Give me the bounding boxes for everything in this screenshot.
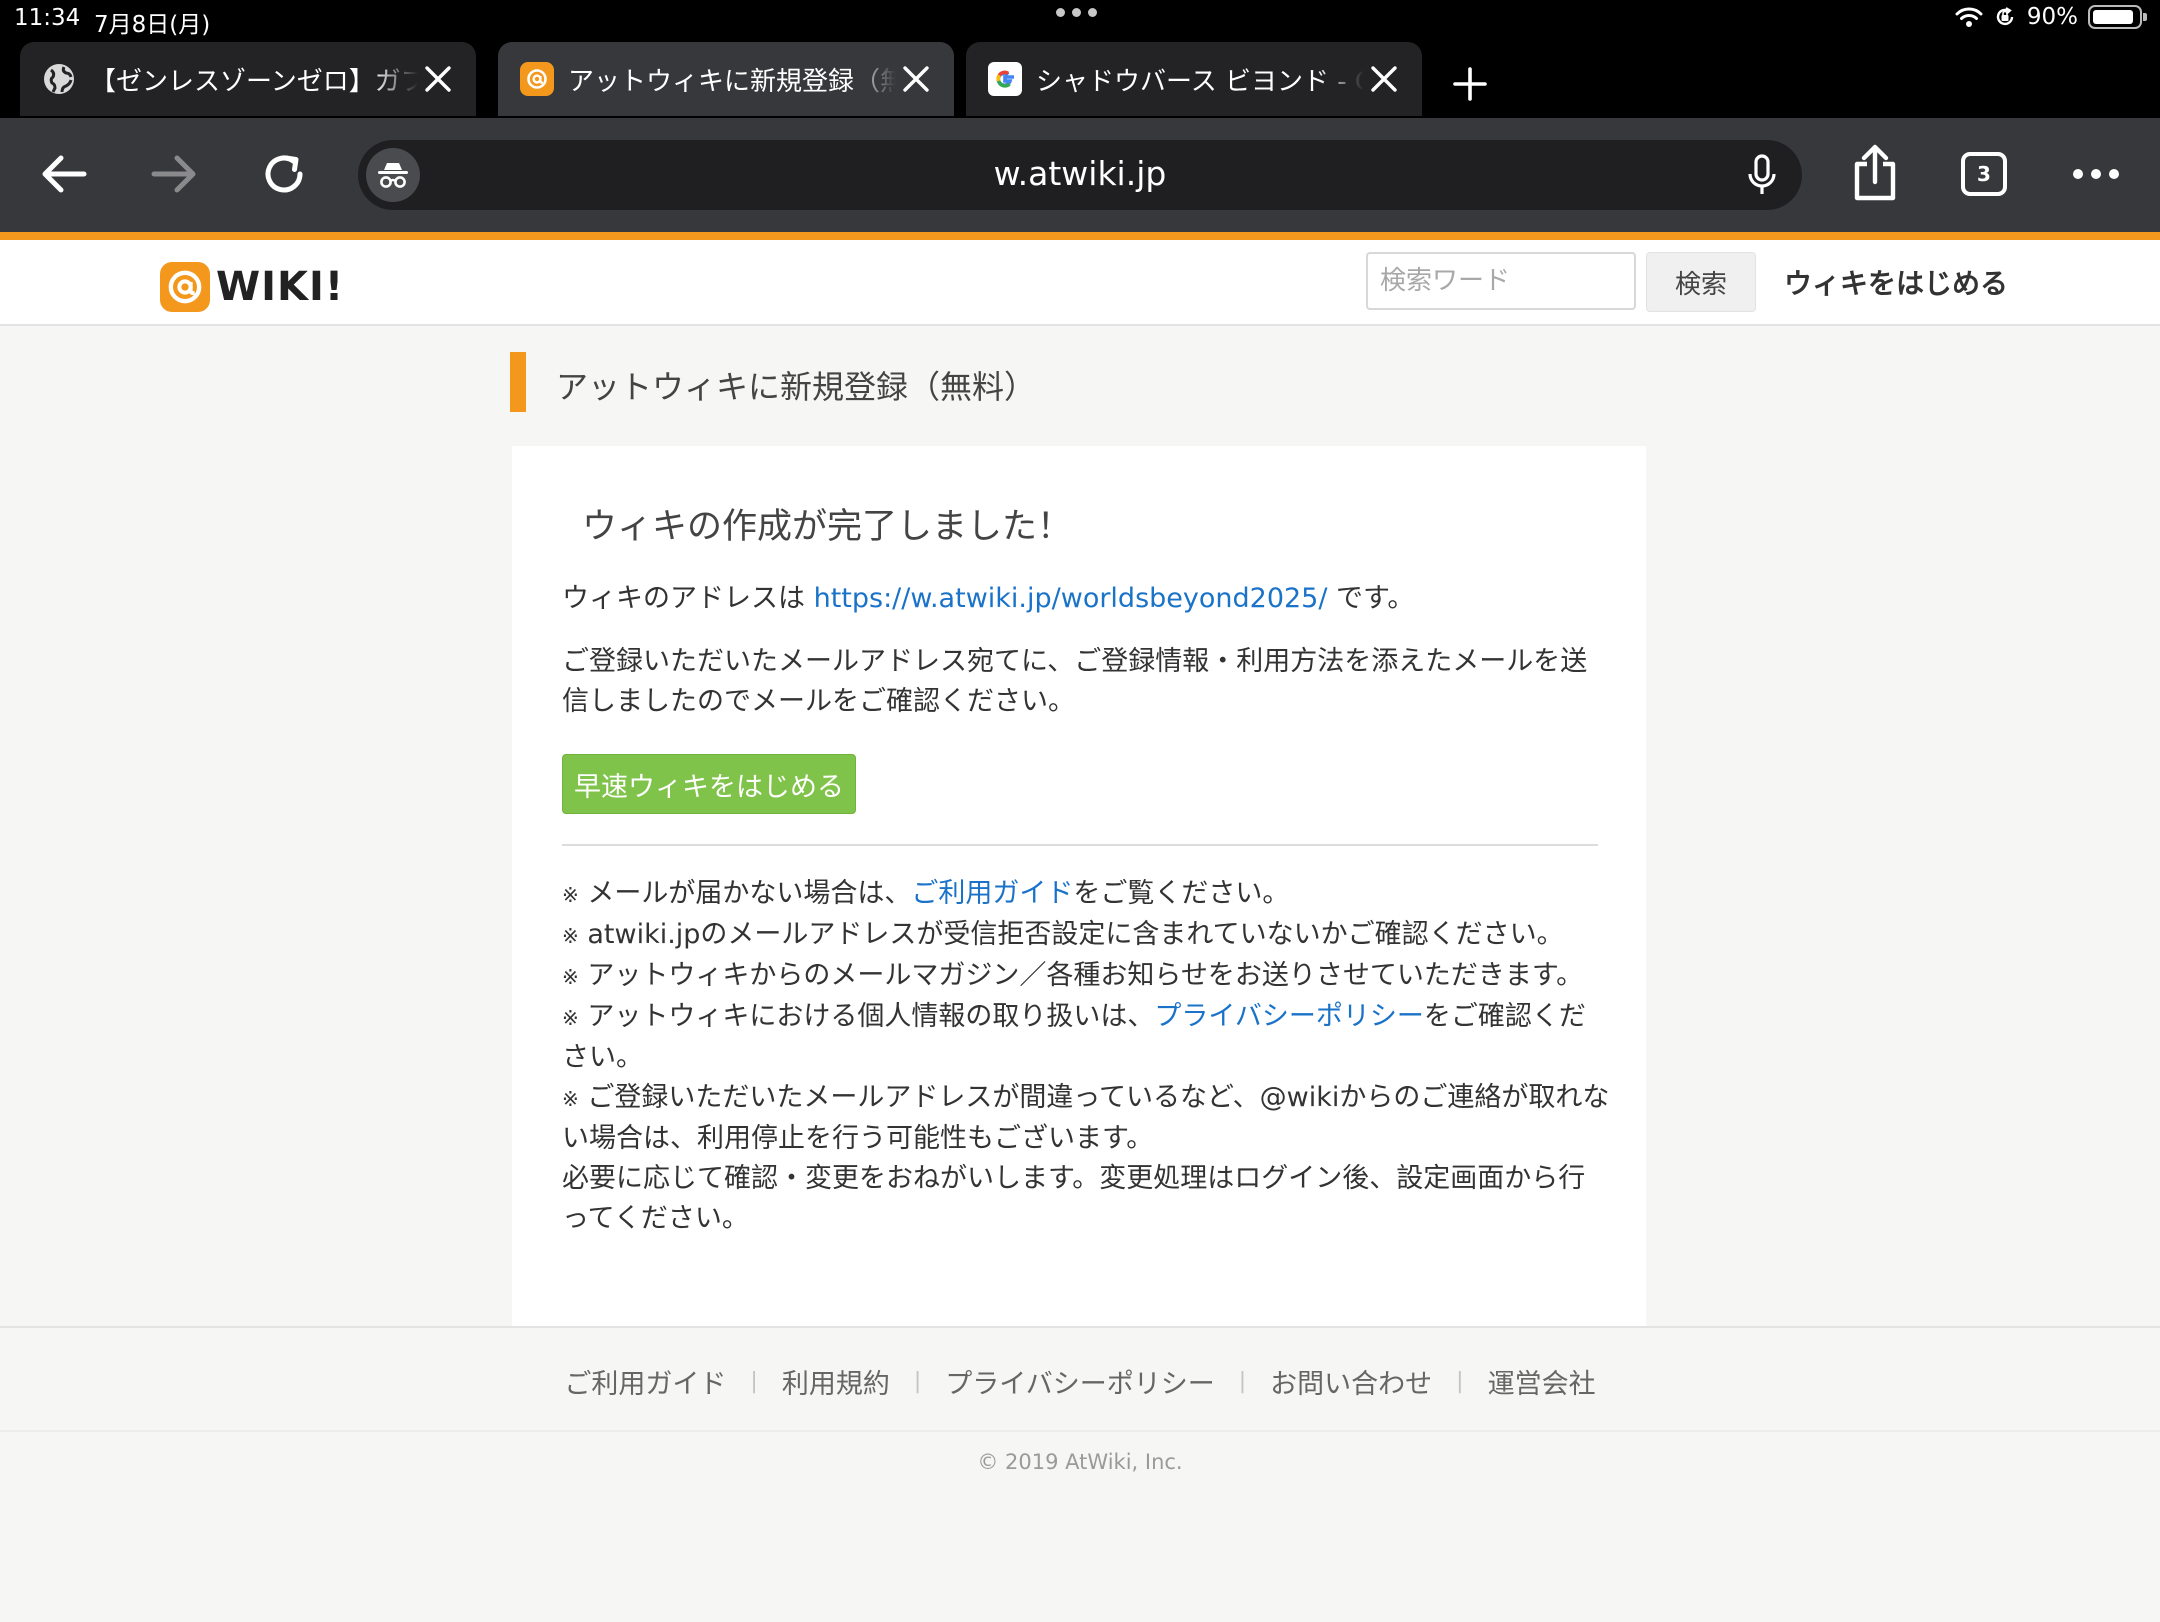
note-text: アットウィキからのメールマガジン／各種お知らせをお送りさせていただきます。 <box>587 960 1584 991</box>
footer-link-terms[interactable]: 利用規約 <box>782 1362 890 1401</box>
separator: | <box>913 1369 922 1394</box>
wiki-url-link[interactable]: https://w.atwiki.jp/worldsbeyond2025/ <box>814 583 1328 614</box>
footer-link-privacy[interactable]: プライバシーポリシー <box>945 1362 1214 1401</box>
footer-links: ご利用ガイド | 利用規約 | プライバシーポリシー | お問い合わせ | 運営… <box>0 1362 2160 1401</box>
close-tab-icon[interactable] <box>1364 59 1404 99</box>
note-text: ご登録いただいたメールアドレスが間違っているなど、@wikiからのご連絡が取れな… <box>562 1082 1610 1154</box>
share-icon <box>1854 144 1896 201</box>
copyright: © 2019 AtWiki, Inc. <box>977 1450 1183 1474</box>
arrow-left-icon <box>42 155 87 193</box>
address-prefix: ウィキのアドレスは <box>562 583 805 614</box>
footer-divider <box>0 1430 2160 1432</box>
note-text: 必要に応じて確認・変更をおねがいします。変更処理はログイン後、設定画面から行って… <box>562 1163 1586 1234</box>
tab-title: シャドウバース ビヨンド - Google 検索 <box>1036 66 1364 97</box>
more-menu-button[interactable] <box>2066 144 2126 204</box>
battery-icon <box>2088 5 2147 29</box>
atwiki-icon <box>520 62 554 96</box>
note-mark: ※ <box>562 883 579 907</box>
note-item: ※ アットウィキからのメールマガジン／各種お知らせをお送りさせていただきます。 <box>562 956 1612 997</box>
tab-switcher-button[interactable]: 3 <box>1961 152 2007 196</box>
plus-icon <box>1453 67 1487 101</box>
arrow-right-icon <box>151 155 196 193</box>
google-icon <box>988 62 1022 96</box>
back-button[interactable] <box>34 144 94 204</box>
footer-link-guide[interactable]: ご利用ガイド <box>564 1362 726 1401</box>
separator: | <box>1456 1369 1464 1394</box>
site-footer: ご利用ガイド | 利用規約 | プライバシーポリシー | お問い合わせ | 運営… <box>0 1326 2160 1622</box>
tab-zenless[interactable]: 【ゼンレスゾーンゼロ】ガブリエル <box>20 42 476 116</box>
note-item: ※ メールが届かない場合は、ご利用ガイドをご覧ください。 <box>562 874 1612 915</box>
url-text: w.atwiki.jp <box>993 154 1167 193</box>
reload-button[interactable] <box>254 144 314 204</box>
more-dots-icon <box>2073 169 2119 179</box>
tab-google-search[interactable]: シャドウバース ビヨンド - Google 検索 <box>966 42 1422 116</box>
privacy-policy-link[interactable]: プライバシーポリシー <box>1154 1001 1423 1032</box>
search-button[interactable]: 検索 <box>1646 252 1756 312</box>
note-item: ※ atwiki.jpのメールアドレスが受信拒否設定に含まれていないかご確認くだ… <box>562 915 1612 956</box>
footer-link-company[interactable]: 運営会社 <box>1488 1362 1596 1401</box>
orientation-lock-icon <box>1996 7 2014 26</box>
tab-atwiki-register[interactable]: アットウィキに新規登録（無料） <box>498 42 954 116</box>
note-text: をご覧ください。 <box>1073 878 1290 909</box>
microphone-icon[interactable] <box>1740 152 1784 198</box>
tab-title: アットウィキに新規登録（無料） <box>568 66 896 97</box>
mail-sent-message: ご登録いただいたメールアドレス宛てに、ご登録情報・利用方法を添えたメールを送信し… <box>562 646 1588 717</box>
note-mark: ※ <box>562 924 579 948</box>
wifi-icon <box>1955 7 1983 27</box>
tab-strip: 【ゼンレスゾーンゼロ】ガブリエル アットウィキに新規登録（無料） シャ <box>0 40 2160 118</box>
at-sign-icon <box>160 262 210 312</box>
note-text: アットウィキにおける個人情報の取り扱いは、 <box>587 1001 1155 1032</box>
close-tab-icon[interactable] <box>896 59 936 99</box>
start-wiki-link[interactable]: ウィキをはじめる <box>1784 262 2008 302</box>
forward-button[interactable] <box>144 144 204 204</box>
start-wiki-button[interactable]: 早速ウィキをはじめる <box>562 754 856 814</box>
status-indicators: 90% <box>1955 4 2147 30</box>
success-title: ウィキの作成が完了しました！ <box>582 507 1073 547</box>
completion-card: ウィキの作成が完了しました！ ウィキのアドレスは https://w.atwik… <box>512 446 1646 1326</box>
status-time: 11:34 <box>14 5 81 31</box>
status-bar: 11:34 7月8日(月) 90% <box>0 0 2160 40</box>
note-item: ※ アットウィキにおける個人情報の取り扱いは、プライバシーポリシーをご確認くださ… <box>562 997 1612 1078</box>
note-mark: ※ <box>562 1006 579 1030</box>
footer-link-contact[interactable]: お問い合わせ <box>1270 1362 1432 1401</box>
address-suffix: です。 <box>1336 583 1415 614</box>
logo-text: WIKI! <box>216 264 345 310</box>
battery-percent: 90% <box>2026 4 2078 30</box>
note-item: ※ ご登録いただいたメールアドレスが間違っているなど、@wikiからのご連絡が取… <box>562 1078 1612 1159</box>
reload-icon <box>265 155 303 193</box>
atwiki-logo[interactable]: WIKI! <box>160 262 344 312</box>
status-date: 7月8日(月) <box>94 12 211 38</box>
note-mark: ※ <box>562 1087 579 1111</box>
separator: | <box>750 1369 758 1394</box>
divider <box>562 844 1598 846</box>
search-input[interactable] <box>1366 252 1636 310</box>
wiki-address-line: ウィキのアドレスは https://w.atwiki.jp/worldsbeyo… <box>562 576 1414 615</box>
page-title: アットウィキに新規登録（無料） <box>556 368 1037 406</box>
share-button[interactable] <box>1845 140 1905 206</box>
close-tab-icon[interactable] <box>418 59 458 99</box>
multitasking-dots-icon[interactable] <box>1056 8 1097 17</box>
note-text: メールが届かない場合は、 <box>587 878 912 909</box>
note-text: atwiki.jpのメールアドレスが受信拒否設定に含まれていないかご確認ください… <box>587 919 1564 950</box>
header-accent-rule <box>0 232 2160 240</box>
note-item: 必要に応じて確認・変更をおねがいします。変更処理はログイン後、設定画面から行って… <box>562 1159 1612 1239</box>
site-header: WIKI! 検索 ウィキをはじめる <box>0 240 2160 326</box>
notes-list: ※ メールが届かない場合は、ご利用ガイドをご覧ください。 ※ atwiki.jp… <box>562 874 1612 1239</box>
address-bar[interactable]: w.atwiki.jp <box>358 140 1802 210</box>
guide-link[interactable]: ご利用ガイド <box>911 878 1073 909</box>
heading-accent-bar <box>510 352 526 412</box>
browser-toolbar: w.atwiki.jp 3 <box>0 118 2160 232</box>
new-tab-button[interactable] <box>1444 58 1496 110</box>
separator: | <box>1238 1369 1247 1394</box>
globe-icon <box>42 62 76 96</box>
tab-title: 【ゼンレスゾーンゼロ】ガブリエル <box>90 66 418 97</box>
note-mark: ※ <box>562 965 579 989</box>
